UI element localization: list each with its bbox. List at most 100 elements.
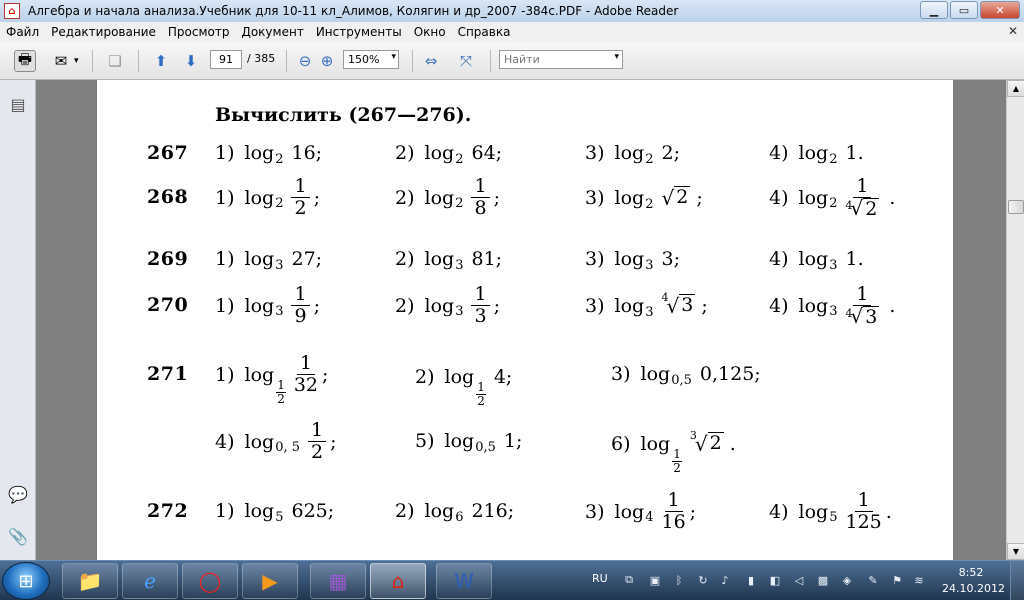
denominator: 16 xyxy=(661,511,686,533)
problem-item: 4) log 2 1 4 √ 2. xyxy=(769,176,895,220)
radicand: 2 xyxy=(863,198,880,220)
adobe-reader-taskbar-icon[interactable]: ⌂ xyxy=(370,563,426,599)
bluetooth-icon[interactable]: ᛒ xyxy=(672,573,686,587)
next-page-icon[interactable]: ⬇ xyxy=(180,50,202,72)
show-desktop-button[interactable] xyxy=(1010,561,1024,600)
tools-icon[interactable]: ✎ xyxy=(866,573,880,587)
denominator: 2 xyxy=(294,197,307,219)
opera-icon[interactable]: ◯ xyxy=(182,563,238,599)
menu-tools[interactable]: Инструменты xyxy=(310,25,408,39)
problem-number: 268 xyxy=(147,186,189,208)
problem-item: 1) log 2 1 2; xyxy=(215,176,320,219)
explorer-icon[interactable]: 📁 xyxy=(62,563,118,599)
media-player-icon[interactable]: ▶ xyxy=(242,563,298,599)
network-icon[interactable]: ⧉ xyxy=(622,573,636,587)
collaborate-icon[interactable]: ❏ xyxy=(104,50,126,72)
log-base: 0, 5 xyxy=(275,440,301,455)
menu-window[interactable]: Окно xyxy=(408,25,452,39)
problem-item: 5) log 0,5 1; xyxy=(415,430,522,455)
signal-icon[interactable]: ◧ xyxy=(768,573,782,587)
scroll-down-icon[interactable]: ▼ xyxy=(1007,543,1024,560)
log-base-fraction: 12 xyxy=(476,381,486,408)
denominator: 32 xyxy=(293,374,319,396)
suffix: . xyxy=(729,432,736,455)
comments-panel-icon[interactable]: 💬 xyxy=(8,484,28,504)
problem-item: 2) log 2 1 8; xyxy=(395,176,500,219)
menu-help[interactable]: Справка xyxy=(452,25,517,39)
log-argument: 27; xyxy=(291,248,323,270)
zoom-in-icon[interactable]: ⊕ xyxy=(316,50,338,72)
problem-item: 4) log 2 1. xyxy=(769,142,864,167)
menu-file[interactable]: Файл xyxy=(0,25,45,39)
log-argument: 1. xyxy=(845,248,864,270)
volume-icon[interactable]: ♪ xyxy=(718,573,732,587)
zoom-out-icon[interactable]: ⊖ xyxy=(294,50,316,72)
vertical-scrollbar[interactable]: ▲ ▼ xyxy=(1006,80,1024,560)
zoom-select[interactable]: 150% ▾ xyxy=(343,50,399,69)
chevron-down-icon[interactable]: ▾ xyxy=(614,52,619,62)
find-input[interactable]: Найти ▾ xyxy=(499,50,623,69)
denominator: 2 xyxy=(311,441,324,463)
language-indicator[interactable]: RU xyxy=(592,572,608,585)
sync-icon[interactable]: ↻ xyxy=(696,573,710,587)
attachments-panel-icon[interactable]: 📎 xyxy=(8,526,28,546)
item-label: 2) xyxy=(395,294,415,317)
fit-page-icon[interactable]: ⤧ xyxy=(455,50,477,72)
page-total: / 385 xyxy=(247,52,276,65)
minimize-button[interactable]: ▁ xyxy=(920,1,948,19)
wifi-icon[interactable]: ≋ xyxy=(912,573,926,587)
internet-explorer-icon[interactable]: ℯ xyxy=(122,563,178,599)
document-area[interactable]: Вычислить (267—276). 267 1) log 2 16; 2) log… xyxy=(36,80,1006,560)
start-button[interactable]: ⊞ xyxy=(2,562,50,600)
email-dropdown-icon[interactable]: ▾ xyxy=(74,56,79,66)
fraction: 1 125 xyxy=(845,490,881,533)
radical: 3 √ 2 xyxy=(689,428,724,456)
root-index: 3 xyxy=(689,428,697,442)
log-word: log xyxy=(640,432,671,455)
page-number-input[interactable]: 91 xyxy=(210,50,242,69)
log-base: 3 xyxy=(455,257,464,273)
email-icon[interactable]: ✉ xyxy=(50,50,72,72)
previous-page-icon[interactable]: ⬆ xyxy=(150,50,172,72)
winrar-icon[interactable]: ▦ xyxy=(310,563,366,599)
flag-icon[interactable]: ⚑ xyxy=(890,573,904,587)
fit-width-icon[interactable]: ⇔ xyxy=(420,50,442,72)
suffix: ; xyxy=(493,294,500,317)
scroll-up-icon[interactable]: ▲ xyxy=(1007,80,1024,97)
log-argument: 4; xyxy=(493,365,513,388)
menu-edit[interactable]: Редактирование xyxy=(45,25,162,39)
speaker-icon[interactable]: ◁ xyxy=(792,573,806,587)
security-icon[interactable]: ▩ xyxy=(816,573,830,587)
menu-view[interactable]: Просмотр xyxy=(162,25,236,39)
problem-item: 2) log 3 1 3; xyxy=(395,284,500,327)
chevron-down-icon[interactable]: ▾ xyxy=(391,52,396,62)
problem-item: 3) log 3 4 √ 3; xyxy=(585,291,708,320)
maximize-button[interactable]: ▭ xyxy=(950,1,978,19)
numerator: 1 xyxy=(471,176,490,198)
tray-app-icon[interactable]: ▣ xyxy=(648,573,662,587)
fraction: 1 32 xyxy=(294,353,318,396)
word-icon[interactable]: W xyxy=(436,563,492,599)
root-index: 4 xyxy=(661,291,669,304)
item-label: 1) xyxy=(215,186,235,209)
item-label: 3) xyxy=(585,500,605,523)
print-icon[interactable]: 🖶 xyxy=(14,50,36,72)
app-tray-icon[interactable]: ◈ xyxy=(840,573,854,587)
battery-icon[interactable]: ▮ xyxy=(744,573,758,587)
numerator: 1 xyxy=(296,353,315,375)
log-word: log xyxy=(244,430,275,453)
window-controls: ▁ ▭ ✕ xyxy=(920,1,1020,19)
adobe-reader-icon[interactable]: ⌂ xyxy=(4,3,20,19)
scroll-thumb[interactable] xyxy=(1008,200,1024,214)
problem-item: 1) log 2 16; xyxy=(215,142,322,167)
item-label: 1) xyxy=(215,294,235,317)
pages-panel-icon[interactable]: ▤ xyxy=(8,94,28,114)
close-document-icon[interactable]: ✕ xyxy=(1008,24,1018,38)
clock[interactable]: 8:52 24.10.2012 xyxy=(942,565,1005,597)
close-button[interactable]: ✕ xyxy=(980,1,1020,19)
problem-item: 3) log 2 √ 2; xyxy=(585,186,703,212)
problem-item: 1) log 5 625; xyxy=(215,500,334,525)
log-base: 2 xyxy=(645,151,654,167)
numerator: 1 xyxy=(308,420,327,442)
menu-document[interactable]: Документ xyxy=(235,25,309,39)
